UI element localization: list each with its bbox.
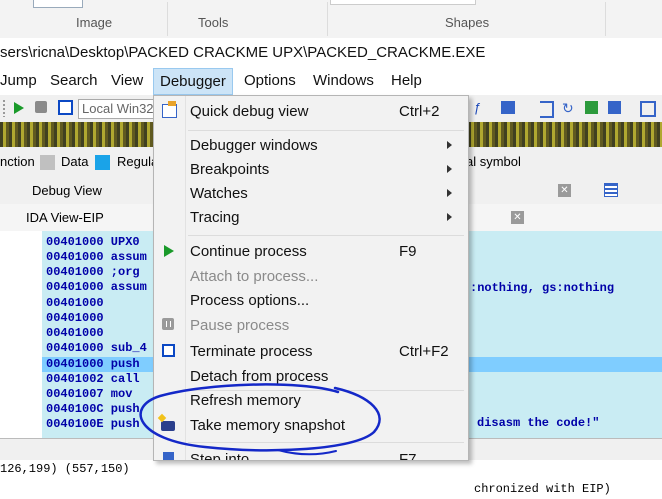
submenu-arrow-icon xyxy=(447,213,452,221)
code-line[interactable]: 00401000 UPX0 xyxy=(46,235,140,250)
close-icon[interactable]: ✕ xyxy=(558,184,571,197)
legend-regular-swatch xyxy=(95,155,110,170)
quick-debug-icon xyxy=(162,104,177,118)
code-line[interactable]: 00401000 xyxy=(46,296,104,311)
menu-separator xyxy=(188,390,464,391)
toolbar-grip-icon xyxy=(3,100,5,117)
close-icon[interactable]: ✕ xyxy=(511,211,524,224)
code-line[interactable]: 00401007 mov xyxy=(46,387,132,402)
code-line[interactable]: 0040100E push xyxy=(46,417,140,432)
menu-item-debugger-windows[interactable]: Debugger windows xyxy=(190,137,318,154)
shortcut-step-into: F7 xyxy=(399,451,417,461)
code-line[interactable]: 00401000 sub_4 xyxy=(46,341,147,356)
menu-item-breakpoints[interactable]: Breakpoints xyxy=(190,161,269,178)
disassembly-left-margin xyxy=(0,231,42,438)
code-line[interactable]: 00401000 ;org xyxy=(46,265,140,280)
toolbar-icon[interactable] xyxy=(501,101,515,114)
menu-item-take-memory-snapshot[interactable]: Take memory snapshot xyxy=(190,417,345,434)
menu-item-process-options[interactable]: Process options... xyxy=(190,292,309,309)
ribbon-divider xyxy=(327,2,328,36)
tab-ida-view-eip[interactable]: IDA View-EIP xyxy=(26,210,104,225)
pause-icon-bars xyxy=(166,321,171,327)
menu-debugger[interactable]: Debugger xyxy=(153,68,233,95)
shortcut-quick-debug-view: Ctrl+2 xyxy=(399,103,440,120)
ribbon-group-image: Image xyxy=(76,15,113,30)
code-line[interactable]: 00401000 assum xyxy=(46,280,147,295)
toolbar-icon[interactable]: ƒ xyxy=(474,100,481,115)
menu-jump[interactable]: Jump xyxy=(0,72,37,89)
shortcut-continue-process: F9 xyxy=(399,243,417,260)
menu-item-terminate-process[interactable]: Terminate process xyxy=(190,343,313,360)
menu-search[interactable]: Search xyxy=(50,72,98,89)
submenu-arrow-icon xyxy=(447,189,452,197)
ribbon-group-shapes: Shapes xyxy=(445,15,490,30)
ribbon-strip: Image Tools Shapes xyxy=(0,0,662,39)
ribbon-divider xyxy=(605,2,606,36)
tab-debug-view[interactable]: Debug View xyxy=(32,183,102,198)
menu-separator xyxy=(188,130,464,131)
menu-item-pause-process[interactable]: Pause process xyxy=(190,317,289,334)
ribbon-image-thumb[interactable] xyxy=(33,0,83,8)
menu-options[interactable]: Options xyxy=(244,72,296,89)
menu-help[interactable]: Help xyxy=(391,72,422,89)
window-title: sers\ricna\Desktop\PACKED CRACKME UPX\PA… xyxy=(0,38,662,68)
stop-debugger-icon[interactable] xyxy=(58,100,73,115)
legend-data-label: Data xyxy=(61,154,89,169)
toolbar-icon[interactable] xyxy=(585,101,598,114)
pause-debugger-icon[interactable] xyxy=(35,101,47,113)
code-line[interactable]: 0040100C push xyxy=(46,402,140,417)
toolbar-icon[interactable]: ↻ xyxy=(562,100,574,117)
submenu-arrow-icon xyxy=(447,165,452,173)
code-segment-text: :nothing, gs:nothing xyxy=(470,281,615,295)
code-line[interactable]: 00401000 push xyxy=(46,357,140,372)
legend-function-label: nction xyxy=(0,154,35,169)
menu-item-step-into[interactable]: Step into xyxy=(190,451,249,460)
code-comment-text: disasm the code!" xyxy=(477,416,600,430)
menu-windows[interactable]: Windows xyxy=(313,72,374,89)
debugger-select[interactable]: Local Win32 xyxy=(78,99,157,119)
menu-item-refresh-memory[interactable]: Refresh memory xyxy=(190,392,301,409)
status-coordinates: 126,199) (557,150) xyxy=(0,462,130,476)
menu-item-detach-from-process[interactable]: Detach from process xyxy=(190,368,328,385)
play-icon xyxy=(164,245,174,257)
toolbar-icon[interactable] xyxy=(608,101,621,114)
step-into-icon xyxy=(163,452,174,460)
submenu-arrow-icon xyxy=(447,141,452,149)
ribbon-group-tools: Tools xyxy=(198,15,229,30)
legend-symbol-label: al symbol xyxy=(466,154,521,169)
ribbon-shapes-box[interactable] xyxy=(330,0,476,5)
toolbar-icon[interactable] xyxy=(640,101,656,117)
menu-icon-strip xyxy=(154,96,186,460)
menu-separator xyxy=(188,235,464,236)
debugger-dropdown-menu: Quick debug view Ctrl+2 Debugger windows… xyxy=(153,95,469,461)
legend-data-swatch xyxy=(40,155,55,170)
menu-view[interactable]: View xyxy=(111,72,143,89)
menu-item-continue-process[interactable]: Continue process xyxy=(190,243,307,260)
quick-debug-icon-arrow xyxy=(168,101,176,106)
status-sync: chronized with EIP) xyxy=(474,482,611,496)
code-line[interactable]: 00401000 xyxy=(46,326,104,341)
ribbon-divider xyxy=(167,2,168,36)
menu-item-quick-debug-view[interactable]: Quick debug view xyxy=(190,103,308,120)
code-line[interactable]: 00401000 assum xyxy=(46,250,147,265)
snapshot-icon xyxy=(161,421,175,431)
menu-separator xyxy=(188,442,464,443)
shortcut-terminate-process: Ctrl+F2 xyxy=(399,343,449,360)
toolbar-icon[interactable] xyxy=(540,101,554,118)
code-line[interactable]: 00401002 call xyxy=(46,372,140,387)
grid-icon[interactable] xyxy=(604,183,618,197)
start-debugger-icon[interactable] xyxy=(14,102,24,114)
menubar: Jump Search View Debugger Options Window… xyxy=(0,68,662,95)
code-line[interactable]: 00401000 xyxy=(46,311,104,326)
menu-item-watches[interactable]: Watches xyxy=(190,185,248,202)
stop-icon xyxy=(162,344,175,357)
menu-item-attach-to-process[interactable]: Attach to process... xyxy=(190,268,318,285)
menu-item-tracing[interactable]: Tracing xyxy=(190,209,239,226)
